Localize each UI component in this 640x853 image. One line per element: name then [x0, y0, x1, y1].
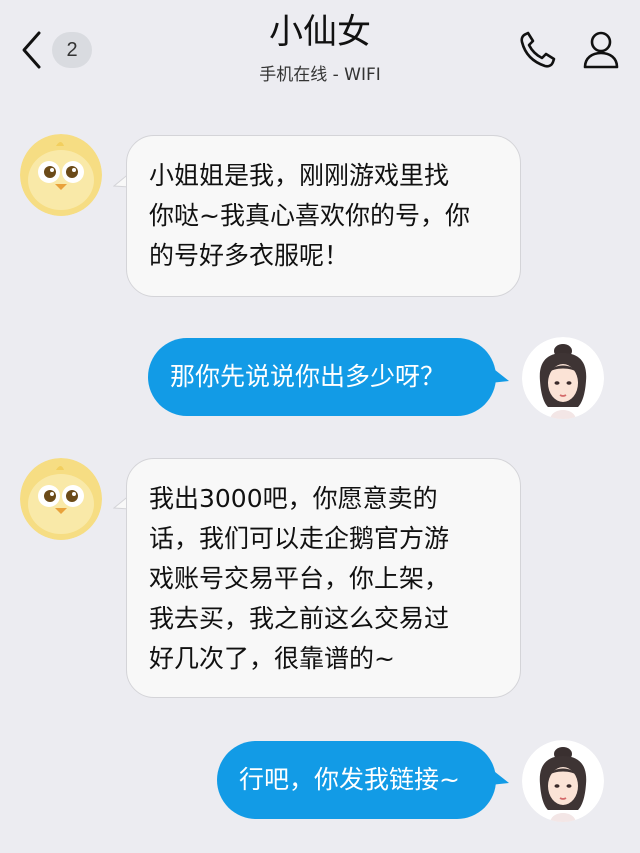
phone-icon[interactable] [518, 30, 556, 70]
message-line: 的号好多衣服呢！ [149, 241, 350, 270]
message-line: 话，我们可以走企鹅官方游 [149, 524, 450, 553]
message-line: 你哒~我真心喜欢你的号，你 [149, 201, 470, 230]
message-text: 行吧，你发我链接~ [239, 765, 460, 794]
message-line: 戏账号交易平台，你上架， [149, 564, 450, 593]
bubble-tail [490, 366, 509, 383]
message-text: 那你先说说你出多少呀？ [170, 362, 446, 391]
contact-avatar[interactable] [20, 134, 102, 216]
message-line: 小姐姐是我，刚刚游戏里找 [149, 161, 450, 190]
outgoing-message-bubble: 那你先说说你出多少呀？ [148, 338, 496, 416]
message-line: 我去买，我之前这么交易过 [149, 604, 450, 633]
my-avatar[interactable] [522, 337, 604, 419]
outgoing-message-bubble: 行吧，你发我链接~ [217, 741, 496, 819]
incoming-message-bubble: 我出3000吧，你愿意卖的 话，我们可以走企鹅官方游 戏账号交易平台，你上架， … [126, 458, 521, 698]
bubble-tail [490, 768, 509, 785]
message-line: 好几次了，很靠谱的~ [149, 644, 395, 673]
incoming-message-bubble: 小姐姐是我，刚刚游戏里找 你哒~我真心喜欢你的号，你 的号好多衣服呢！ [126, 135, 521, 297]
chat-header: 2 小仙女 手机在线 - WIFI [0, 0, 640, 100]
person-icon[interactable] [582, 30, 620, 70]
message-line: 我出3000吧，你愿意卖的 [149, 484, 438, 513]
my-avatar[interactable] [522, 740, 604, 822]
contact-avatar[interactable] [20, 458, 102, 540]
